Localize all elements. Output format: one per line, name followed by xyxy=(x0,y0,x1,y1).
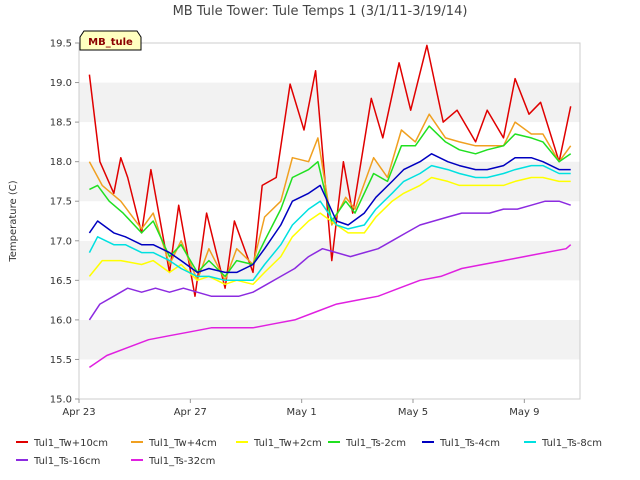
y-tick-label: 17.5 xyxy=(50,197,72,208)
legend-label: Tul1_Tw+10cm xyxy=(33,438,108,449)
y-tick-label: 18.0 xyxy=(50,157,72,168)
y-tick-label: 15.0 xyxy=(50,395,72,406)
y-axis: 15.0 15.5 16.0 16.5 17.0 17.5 18.0 18.5 19.0 19.5 xyxy=(50,39,79,406)
y-tick-label: 19.5 xyxy=(50,39,72,50)
legend-item: Tul1_Ts-4cm xyxy=(422,438,500,449)
legend-label: Tul1_Ts-16cm xyxy=(33,456,100,467)
legend-label: Tul1_Ts-8cm xyxy=(541,438,602,449)
legend-label: Tul1_Ts-4cm xyxy=(439,438,500,449)
legend-item: Tul1_Ts-16cm xyxy=(16,456,100,467)
legend: Tul1_Tw+10cm Tul1_Tw+4cm Tul1_Tw+2cm Tul1_T… xyxy=(16,438,602,467)
y-tick-label: 18.5 xyxy=(50,118,72,129)
grid-band xyxy=(79,82,580,123)
y-tick-label: 15.5 xyxy=(50,355,72,366)
legend-item: Tul1_Tw+4cm xyxy=(131,438,217,449)
grid-band xyxy=(79,280,580,320)
chart-title: MB Tule Tower: Tule Temps 1 (3/1/11-3/19… xyxy=(173,4,468,19)
y-tick-label: 17.0 xyxy=(50,236,72,247)
legend-item: Tul1_Tw+2cm xyxy=(236,438,322,449)
x-axis: Apr 23 Apr 27 May 1 May 5 May 9 xyxy=(62,399,539,418)
grid-bands xyxy=(79,43,580,399)
x-tick-label: Apr 27 xyxy=(174,407,207,418)
y-axis-label: Temperature (C) xyxy=(8,180,19,262)
badge-label: MB_tule xyxy=(88,37,133,48)
grid-band xyxy=(79,161,580,202)
grid-band xyxy=(79,319,580,360)
legend-label: Tul1_Ts-2cm xyxy=(345,438,406,449)
grid-band xyxy=(79,359,580,399)
x-tick-label: May 9 xyxy=(509,407,539,418)
x-tick-label: Apr 23 xyxy=(62,407,95,418)
y-tick-label: 16.5 xyxy=(50,276,72,287)
x-tick-label: May 5 xyxy=(398,407,428,418)
x-tick-label: May 1 xyxy=(287,407,317,418)
legend-label: Tul1_Tw+2cm xyxy=(253,438,322,449)
station-badge: MB_tule xyxy=(79,30,142,51)
chart: MB Tule Tower: Tule Temps 1 (3/1/11-3/19… xyxy=(8,4,602,467)
legend-item: Tul1_Ts-8cm xyxy=(524,438,602,449)
legend-item: Tul1_Ts-32cm xyxy=(131,456,215,467)
legend-item: Tul1_Tw+10cm xyxy=(16,438,108,449)
legend-item: Tul1_Ts-2cm xyxy=(328,438,406,449)
legend-label: Tul1_Ts-32cm xyxy=(148,456,215,467)
y-tick-label: 19.0 xyxy=(50,78,72,89)
y-tick-label: 16.0 xyxy=(50,315,72,326)
grid-band xyxy=(79,43,580,83)
legend-label: Tul1_Tw+4cm xyxy=(148,438,217,449)
